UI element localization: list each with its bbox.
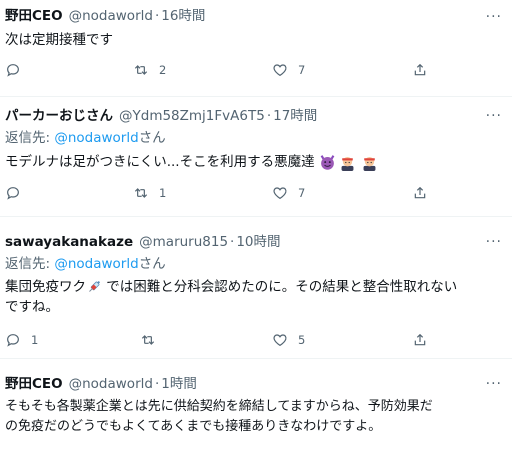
share-icon [414,333,426,346]
retweet-button[interactable] [140,332,166,348]
more-options-icon[interactable]: ··· [486,377,502,391]
retweet-button[interactable]: 2 [133,62,166,78]
reply-icon [7,187,19,200]
replying-to-label: 返信先: [5,256,55,272]
retweet-count: 2 [159,63,167,77]
author-name[interactable]: sawayakanakaze [5,234,133,250]
tweet-text: 集団免疫ワク [5,279,86,295]
replying-to: 返信先: @nodaworldさん [5,255,166,273]
author-handle[interactable]: @nodaworld [69,8,153,24]
like-button[interactable]: 7 [272,62,305,78]
timestamp[interactable]: 10時間 [236,234,280,250]
timestamp[interactable]: 16時間 [161,8,205,24]
retweet-icon [141,335,155,345]
share-button[interactable] [412,185,428,201]
tweet-text-container: モデルナは足がつきにくい...そこを利用する悪魔達 [5,152,505,172]
reply-button[interactable]: 1 [5,332,38,348]
more-options-icon[interactable]: ··· [486,235,502,249]
tweet-text-container: 集団免疫ワク では困難と分科会認めたのに。その結果と整合性取れないですね。 [5,277,505,317]
timestamp[interactable]: 1時間 [161,376,197,392]
tweet-3[interactable]: sawayakanakaze @maruru815 · 10時間 ··· 返信先: @… [0,217,512,358]
retweet-button[interactable]: 1 [133,185,166,201]
retweet-count: 1 [159,186,167,200]
reply-button[interactable] [5,185,31,201]
heart-icon [273,64,287,77]
tweet-text-container: そもそも各製薬企業とは先に供給契約を締結してますからね、予防効果だ の免疫だのどう… [5,397,505,437]
share-icon [414,63,426,76]
tweet-text: では困難と分科会認めたのに。その結果と整合性取れない [102,279,458,295]
author-name[interactable]: 野田CEO [5,376,63,392]
separator-dot: · [230,234,235,250]
like-button[interactable]: 7 [272,185,305,201]
reply-icon [7,64,19,77]
heart-icon [273,187,287,200]
author-name[interactable]: パーカーおじさん [5,108,113,124]
tweet-2[interactable]: パーカーおじさん @Ydm58Zmj1FvA6T5 · 17時間 ··· 返信先: @… [0,97,512,216]
syringe-emoji [89,280,101,292]
like-count: 7 [298,63,306,77]
person-with-headband-emoji [363,156,376,171]
share-icon [414,186,426,199]
like-count: 7 [298,186,306,200]
separator-dot: · [266,108,272,124]
separator-dot: · [154,8,160,24]
retweet-icon [134,65,148,75]
separator-dot: · [154,376,160,392]
honorific: さん [138,130,166,146]
honorific: さん [138,256,166,272]
reply-count: 1 [31,333,39,347]
tweet-text: ですね。 [5,299,59,315]
like-count: 5 [298,333,306,347]
like-button[interactable]: 5 [272,332,305,348]
tweet-text: モデルナは足がつきにくい...そこを利用する悪魔達 [5,154,315,170]
tweet-text: の免疫だのどうでもよくてあくまでも接種ありきなわけですよ。 [5,419,382,434]
person-with-headband-emoji [341,156,354,171]
more-options-icon[interactable]: ··· [486,109,502,123]
tweet-header: 野田CEO @nodaworld · 16時間 [5,7,205,25]
tweet-text: 次は定期接種です [5,32,113,48]
author-name[interactable]: 野田CEO [5,8,63,24]
share-button[interactable] [412,62,428,78]
timestamp[interactable]: 17時間 [273,108,317,124]
smiling-devil-emoji [320,154,335,170]
reply-button[interactable] [5,62,31,78]
mention-link[interactable]: @nodaworld [54,130,138,146]
tweet-1[interactable]: 野田CEO @nodaworld · 16時間 ··· 次は定期接種です 2 7 [0,0,512,96]
tweet-header: sawayakanakaze @maruru815 · 10時間 [5,233,281,251]
tweet-4[interactable]: 野田CEO @nodaworld · 1時間 ··· そもそも各製薬企業とは先に供給契… [0,359,512,450]
more-options-icon[interactable]: ··· [486,10,502,24]
author-handle[interactable]: @Ydm58Zmj1FvA6T5 [119,108,265,124]
mention-link[interactable]: @nodaworld [54,256,138,272]
retweet-icon [134,188,148,198]
author-handle[interactable]: @nodaworld [69,376,153,392]
replying-to-label: 返信先: [5,130,55,146]
tweet-header: 野田CEO @nodaworld · 1時間 [5,375,197,393]
tweet-text: そもそも各製薬企業とは先に供給契約を締結してますからね、予防効果だ [5,399,433,414]
heart-icon [273,334,287,347]
replying-to: 返信先: @nodaworldさん [5,129,166,147]
tweet-header: パーカーおじさん @Ydm58Zmj1FvA6T5 · 17時間 [5,107,317,125]
share-button[interactable] [412,332,428,348]
reply-icon [7,334,19,347]
author-handle[interactable]: @maruru815 [139,234,228,250]
